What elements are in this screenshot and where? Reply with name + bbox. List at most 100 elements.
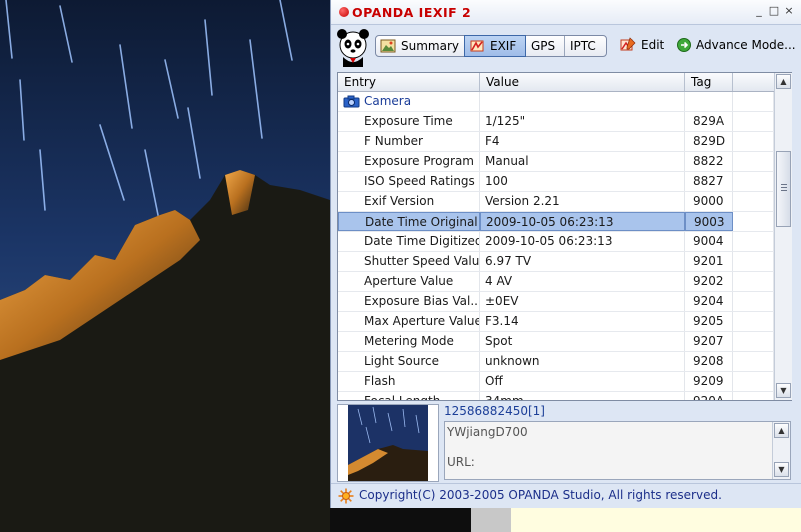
table-row[interactable]: Light Source unknown 9208	[338, 352, 774, 372]
column-header-entry[interactable]: Entry	[338, 73, 480, 91]
iexif-window: OPANDA IEXIF 2 _ □ × Summary EXIF GPS IP…	[330, 0, 801, 508]
tag-cell: 9208	[685, 352, 733, 371]
table-row[interactable]: Exif Version Version 2.21 9000	[338, 192, 774, 212]
arrow-right-circle-icon	[677, 38, 691, 52]
scroll-down-button[interactable]: ▼	[776, 383, 791, 398]
camera-model-text: YWjiangD700	[447, 425, 528, 439]
table-cell	[733, 132, 774, 151]
value-cell: Spot	[480, 332, 685, 351]
table-cell	[733, 212, 774, 231]
scroll-thumb[interactable]	[776, 151, 791, 227]
window-title: OPANDA IEXIF 2	[352, 5, 472, 20]
tag-cell: 9204	[685, 292, 733, 311]
tab-iptc-label: IPTC	[570, 39, 596, 53]
column-header-tag[interactable]: Tag	[685, 73, 733, 91]
table-row[interactable]: Exposure Program Manual 8822	[338, 152, 774, 172]
comment-scroll-up-button[interactable]: ▲	[774, 423, 789, 438]
image-thumbnail-frame	[337, 404, 439, 482]
table-row[interactable]: F Number F4 829D	[338, 132, 774, 152]
tag-cell: 829A	[685, 112, 733, 131]
value-cell: 34mm	[480, 392, 685, 400]
table-cell	[685, 92, 733, 111]
table-row[interactable]: Exposure Time 1/125" 829A	[338, 112, 774, 132]
close-button[interactable]: ×	[783, 5, 795, 17]
table-cell	[733, 112, 774, 131]
file-name-link[interactable]: 12586882450[1]	[444, 404, 545, 418]
table-cell	[733, 352, 774, 371]
entry-cell: Date Time Original	[338, 212, 480, 231]
table-row[interactable]: Metering Mode Spot 9207	[338, 332, 774, 352]
entry-cell: F Number	[338, 132, 480, 151]
tag-cell: 8827	[685, 172, 733, 191]
tab-iptc[interactable]: IPTC	[564, 36, 606, 56]
vertical-scrollbar[interactable]: ▲ ▼	[774, 73, 792, 400]
edit-icon	[620, 37, 636, 51]
table-row[interactable]: Date Time Original 2009-10-05 06:23:13 900…	[338, 212, 774, 232]
table-body: Camera Exposure Time 1/125" 829A F Number F4…	[338, 92, 774, 400]
tag-cell: 9209	[685, 372, 733, 391]
value-cell: Off	[480, 372, 685, 391]
category-row-camera[interactable]: Camera	[338, 92, 774, 112]
value-cell: 2009-10-05 06:23:13	[480, 212, 685, 231]
value-cell: 100	[480, 172, 685, 191]
table-row[interactable]: Shutter Speed Value 6.97 TV 9201	[338, 252, 774, 272]
table-row[interactable]: Exposure Bias Val... ±0EV 9204	[338, 292, 774, 312]
tag-cell: 8822	[685, 152, 733, 171]
entry-cell: Metering Mode	[338, 332, 480, 351]
table-cell	[480, 92, 685, 111]
table-cell	[733, 292, 774, 311]
copyright-text: Copyright(C) 2003-2005 OPANDA Studio, Al…	[359, 488, 722, 502]
scroll-up-button[interactable]: ▲	[776, 74, 791, 89]
tab-summary[interactable]: Summary	[376, 36, 465, 56]
image-thumbnail[interactable]	[348, 405, 428, 481]
table-header: Entry Value Tag	[338, 73, 774, 92]
value-cell: unknown	[480, 352, 685, 371]
entry-cell: Exposure Program	[338, 152, 480, 171]
value-cell: 2009-10-05 06:23:13	[480, 232, 685, 251]
advance-mode-label: Advance Mode...	[696, 38, 796, 52]
tab-exif[interactable]: EXIF	[464, 35, 526, 57]
entry-cell: Aperture Value	[338, 272, 480, 291]
minimize-button[interactable]: _	[753, 5, 765, 17]
table-row[interactable]: ISO Speed Ratings 100 8827	[338, 172, 774, 192]
view-tab-group: Summary EXIF GPS IPTC	[375, 35, 607, 57]
comment-scrollbar[interactable]: ▲ ▼	[772, 422, 790, 479]
tab-summary-label: Summary	[401, 39, 459, 53]
tag-cell: 829D	[685, 132, 733, 151]
edit-label: Edit	[641, 38, 665, 52]
table-cell	[733, 172, 774, 191]
comment-textarea[interactable]: YWjiangD700 URL: ▲ ▼	[444, 421, 791, 480]
value-cell: Version 2.21	[480, 192, 685, 211]
column-header-empty	[733, 73, 774, 91]
table-cell	[733, 192, 774, 211]
value-cell: 6.97 TV	[480, 252, 685, 271]
entry-cell: Max Aperture Value	[338, 312, 480, 331]
status-bar: Copyright(C) 2003-2005 OPANDA Studio, Al…	[331, 483, 801, 508]
table-row[interactable]: Flash Off 9209	[338, 372, 774, 392]
table-row[interactable]: Aperture Value 4 AV 9202	[338, 272, 774, 292]
table-row[interactable]: Date Time Digitized 2009-10-05 06:23:13 90…	[338, 232, 774, 252]
maximize-button[interactable]: □	[768, 5, 780, 17]
value-cell: ±0EV	[480, 292, 685, 311]
tag-cell: 920A	[685, 392, 733, 400]
value-cell: Manual	[480, 152, 685, 171]
table-cell	[733, 332, 774, 351]
tag-cell: 9004	[685, 232, 733, 251]
table-row[interactable]: Max Aperture Value F3.14 9205	[338, 312, 774, 332]
table-row[interactable]: Focal Length34mm920A	[338, 392, 774, 400]
column-header-value[interactable]: Value	[480, 73, 685, 91]
table-cell	[733, 392, 774, 400]
entry-cell: Shutter Speed Value	[338, 252, 480, 271]
title-bar[interactable]: OPANDA IEXIF 2 _ □ ×	[331, 0, 801, 25]
photo-icon	[380, 39, 396, 53]
panda-mascot-icon	[337, 29, 369, 67]
exif-icon	[470, 40, 484, 52]
table-cell	[733, 372, 774, 391]
opanda-logo-icon	[339, 7, 349, 17]
entry-cell: Exposure Time	[338, 112, 480, 131]
comment-scroll-down-button[interactable]: ▼	[774, 462, 789, 477]
category-label: Camera	[338, 92, 480, 111]
tab-gps[interactable]: GPS	[524, 36, 565, 56]
desktop-strip-grey	[471, 506, 511, 532]
tag-cell: 9003	[685, 212, 733, 231]
